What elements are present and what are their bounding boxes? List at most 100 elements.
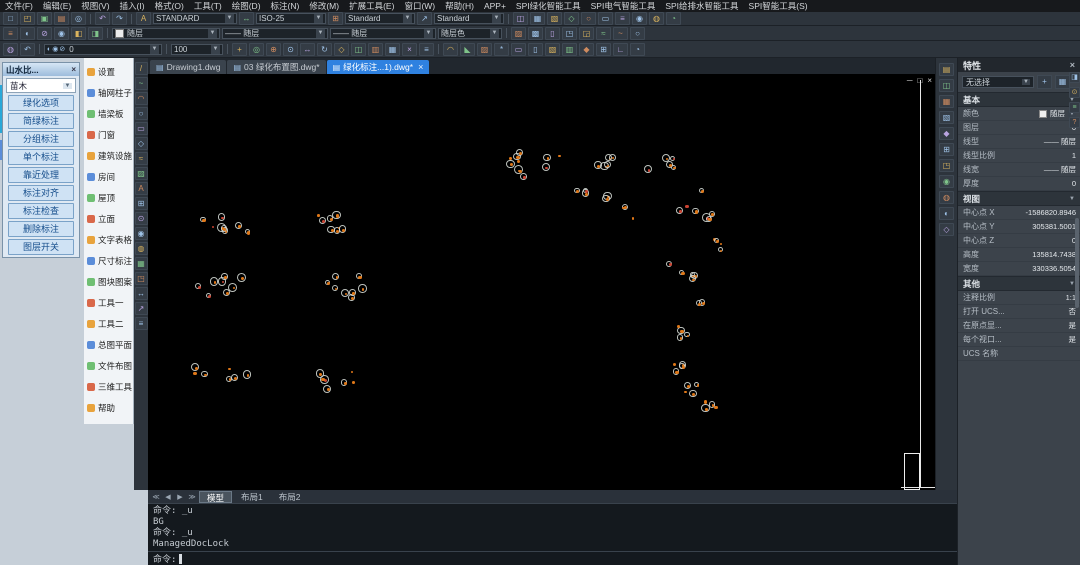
menu-item[interactable]: 工具(T) [189,0,227,12]
property-row[interactable]: 线型比例 1 [958,149,1080,163]
hatch-tool-icon[interactable]: ▨ [134,167,148,180]
markup-icon[interactable]: ◆ [939,127,954,140]
plant-category-combo[interactable]: 苗木 ▼ [6,78,76,93]
zoom-window-icon[interactable]: ◎ [249,42,264,56]
screen-menu-item[interactable]: 屋顶 [84,187,133,208]
units-icon[interactable]: ◍ [649,12,664,25]
save-file-icon[interactable]: ▣ [37,12,52,25]
linetype-combo[interactable]: —— 随层 ▼ [222,27,328,39]
layer-on-icon[interactable]: ◐ [20,26,35,40]
rotate-icon[interactable]: ↻ [317,42,332,56]
wipeout-icon[interactable]: ◲ [579,26,594,40]
osnap-icon[interactable]: ◆ [579,42,594,56]
chamfer-icon[interactable]: ◣ [460,42,475,56]
document-tab[interactable]: ▤ 03 绿化布置图.dwg* [227,60,326,74]
palette-button[interactable]: 删除标注 [8,221,74,237]
screen-menu-item[interactable]: 工具一 [84,292,133,313]
mirror-icon[interactable]: ◫ [351,42,366,56]
prev-tab-icon[interactable]: ◀ [163,493,173,501]
screen-menu-item[interactable]: 文字表格 [84,229,133,250]
text-style-combo[interactable]: STANDARD ▼ [153,13,237,24]
palette-button[interactable]: 标注对齐 [8,185,74,201]
region-tool-icon[interactable]: ◳ [134,272,148,285]
screen-menu-item[interactable]: 总图平面 [84,334,133,355]
mline-tool-icon[interactable]: ≡ [134,317,148,330]
command-window[interactable]: 命令: _u BG 命令: _u ManagedDocLock 命令: [148,503,957,565]
panel-help-icon[interactable]: ? [1069,117,1080,128]
layer-walk-icon[interactable]: ◨ [88,26,103,40]
spline-icon[interactable]: ~ [613,26,628,40]
layer-isolate-icon[interactable]: ◧ [71,26,86,40]
list-icon[interactable]: ≡ [615,12,630,25]
menu-item[interactable]: SPI电气智能工具 [586,0,661,12]
screen-menu-item[interactable]: 门窗 [84,124,133,145]
regen-icon[interactable]: ⊙ [283,42,298,56]
document-tab[interactable]: ▤ Drawing1.dwg [150,60,227,74]
block-insert-icon[interactable]: ⊞ [134,197,148,210]
screen-menu-item[interactable]: 设置 [84,61,133,82]
property-row[interactable]: 颜色 随层 ▼ [958,107,1080,121]
revision-cloud-icon[interactable]: ≈ [596,26,611,40]
donut-tool-icon[interactable]: ◉ [134,227,148,240]
screen-menu-item[interactable]: 工具二 [84,313,133,334]
layer-states-icon[interactable]: ◍ [3,42,18,56]
dim-style-combo[interactable]: ISO-25 ▼ [256,13,326,24]
menu-item[interactable]: 插入(I) [115,0,150,12]
line-tool-icon[interactable]: / [134,62,148,75]
property-row[interactable]: 厚度 0 [958,177,1080,191]
property-row[interactable]: 每个视口... 是 [958,333,1080,347]
menu-item[interactable]: 帮助(H) [440,0,479,12]
properties-scrollbar[interactable] [1075,218,1079,308]
match-properties-icon[interactable]: ▧ [547,12,562,25]
properties-title-bar[interactable]: 特性 × [958,58,1080,72]
menu-item[interactable]: 扩展工具(E) [344,0,399,12]
point-tool-icon[interactable]: ⊙ [134,212,148,225]
plot-preview-icon[interactable]: ◎ [71,12,86,25]
tool-palettes-icon[interactable]: ▦ [939,95,954,108]
table-style-icon[interactable]: ⊞ [328,12,343,25]
screen-menu-item[interactable]: 建筑设施 [84,145,133,166]
polyline-tool-icon[interactable]: ~ [134,77,148,90]
menu-item[interactable]: SPI绿化智能工具 [511,0,586,12]
materials-icon[interactable]: ◍ [939,191,954,204]
offset-icon[interactable]: ▥ [368,42,383,56]
point-style-icon[interactable]: ◉ [632,12,647,25]
ortho-icon[interactable]: ∟ [613,42,628,56]
panel-menu-icon[interactable]: ≡ [1069,102,1080,113]
menu-item[interactable]: 窗口(W) [399,0,440,12]
trim-icon[interactable]: × [402,42,417,56]
layer-combo[interactable]: ◐◉⊘ 0 ▼ [44,43,162,55]
group-icon[interactable]: ○ [581,12,596,25]
properties-icon[interactable]: ▤ [939,63,954,76]
xref-icon[interactable]: ◳ [939,159,954,172]
layout-tab[interactable]: 布局1 [234,491,270,503]
quick-select-icon[interactable]: ▦ [1055,75,1070,89]
layout-tab[interactable]: 模型 [199,490,233,503]
layout-tab[interactable]: 布局2 [272,491,308,503]
screen-menu-item[interactable]: 尺寸标注 [84,250,133,271]
region-icon[interactable]: ◳ [562,26,577,40]
screen-menu-item[interactable]: 房间 [84,166,133,187]
command-prompt[interactable]: 命令: [148,551,957,565]
toggle-pickadd-icon[interactable]: + [1037,75,1052,89]
palette-button[interactable]: 标注检查 [8,203,74,219]
property-row[interactable]: 中心点 Y 305381.5001 [958,220,1080,234]
dim-style-icon[interactable]: ↔ [239,12,254,25]
selection-combo[interactable]: 无选择 ▼ [962,76,1034,88]
screen-menu-item[interactable]: 文件布图 [84,355,133,376]
spline-tool-icon[interactable]: ≈ [134,152,148,165]
redo-icon[interactable]: ↷ [112,12,127,25]
block-icon[interactable]: ◇ [564,12,579,25]
property-row[interactable]: 在原点显... 是 [958,319,1080,333]
first-tab-icon[interactable]: ≪ [151,493,161,501]
text-tool-icon[interactable]: A [134,182,148,195]
circle-tool-icon[interactable]: ○ [134,107,148,120]
join-icon[interactable]: ▭ [511,42,526,56]
close-icon[interactable]: × [71,65,76,74]
menu-item[interactable]: 编辑(E) [38,0,76,12]
sheet-set-icon[interactable]: ▧ [939,111,954,124]
document-tab[interactable]: ▤ 绿化标注...1).dwg* × [326,60,430,74]
stretch-icon[interactable]: ▧ [545,42,560,56]
grid-icon[interactable]: ⊞ [596,42,611,56]
measure-icon[interactable]: ▭ [598,12,613,25]
